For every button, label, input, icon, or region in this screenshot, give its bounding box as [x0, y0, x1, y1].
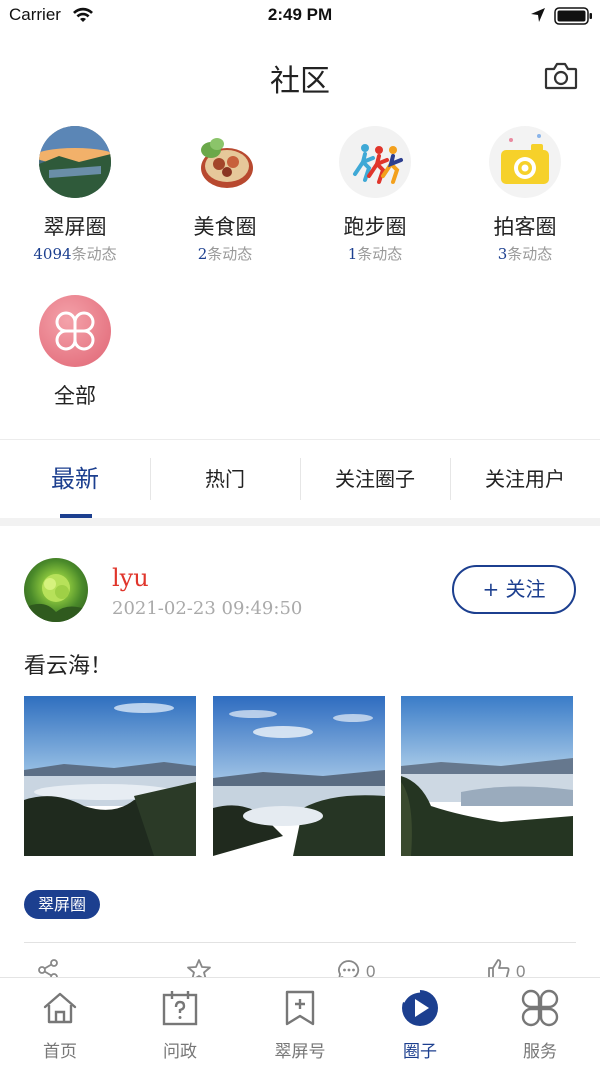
circle-name: 美食圈 [193, 215, 257, 239]
tab-hot[interactable]: 热门 [150, 458, 300, 500]
tab-followed-circles[interactable]: 关注圈子 [300, 458, 450, 500]
question-calendar-icon [162, 991, 198, 1026]
post-photo[interactable] [213, 696, 385, 856]
circle-name: 全部 [54, 384, 96, 408]
food-circle-avatar [189, 126, 261, 198]
circle-count: 4094条动态 [33, 245, 117, 263]
page-title: 社区 [270, 64, 330, 99]
cuiping-circle-avatar [39, 126, 111, 198]
circle-cuiping[interactable]: 翠屏圈 4094条动态 [0, 126, 150, 263]
tab-followed-users[interactable]: 关注用户 [450, 458, 600, 500]
circle-name: 翠屏圈 [43, 215, 107, 239]
post-photo[interactable] [401, 696, 573, 856]
clock: 2:49 PM [267, 5, 333, 24]
post-photo[interactable] [24, 696, 196, 856]
tab-bar-cuiping-hao[interactable]: 翠屏号 [240, 988, 360, 1062]
circle-name: 拍客圈 [493, 215, 557, 239]
circle-tag[interactable]: 翠屏圈 [24, 890, 101, 919]
follow-button[interactable]: + 关注 [452, 565, 576, 614]
location-arrow-icon [531, 8, 545, 22]
circle-photographer[interactable]: 拍客圈 3条动态 [450, 126, 600, 263]
all-circles-avatar [39, 295, 111, 367]
tab-bar-label: 圈子 [403, 1042, 437, 1062]
tab-bar-label: 问政 [163, 1042, 197, 1062]
photographer-circle-avatar [489, 126, 561, 198]
circle-food[interactable]: 美食圈 2条动态 [150, 126, 300, 263]
circle-name: 跑步圈 [343, 215, 407, 239]
section-gap [0, 518, 600, 526]
circle-count: 1条动态 [347, 245, 403, 263]
tab-bar-home[interactable]: 首页 [0, 988, 120, 1062]
bottom-tab-bar: 首页 问政 翠屏号 圈子 服务 [0, 977, 600, 1067]
circle-count: 2条动态 [197, 245, 253, 263]
nav-header: 社区 [0, 44, 600, 106]
tab-bar-label: 首页 [43, 1042, 77, 1062]
circle-count: 3条动态 [497, 245, 553, 263]
battery-icon [554, 7, 592, 25]
running-circle-avatar [339, 126, 411, 198]
home-icon [43, 992, 77, 1024]
avatar[interactable] [24, 558, 88, 622]
post-text: 看云海！ [24, 654, 113, 679]
circle-play-icon [401, 989, 438, 1026]
circle-running[interactable]: 跑步圈 1条动态 [300, 126, 450, 263]
tab-bar-services[interactable]: 服务 [480, 988, 600, 1062]
post-divider [24, 942, 576, 943]
tab-bar-wenzheng[interactable]: 问政 [120, 988, 240, 1062]
tab-latest[interactable]: 最新 [0, 458, 150, 500]
post-username[interactable]: lyu [112, 564, 149, 592]
circle-all[interactable]: 全部 [0, 295, 150, 409]
bookmark-plus-icon [285, 990, 315, 1026]
post-timestamp: 2021-02-23 09:49:50 [112, 598, 303, 619]
status-bar: Carrier 2:49 PM [0, 0, 600, 32]
feed-tabs: 最新 热门 关注圈子 关注用户 [0, 440, 600, 518]
tab-bar-label: 服务 [523, 1042, 557, 1062]
tab-bar-label: 翠屏号 [274, 1042, 326, 1062]
tab-bar-quanzi[interactable]: 圈子 [360, 988, 480, 1062]
grid-clover-icon [521, 989, 559, 1027]
camera-icon[interactable] [544, 61, 578, 91]
